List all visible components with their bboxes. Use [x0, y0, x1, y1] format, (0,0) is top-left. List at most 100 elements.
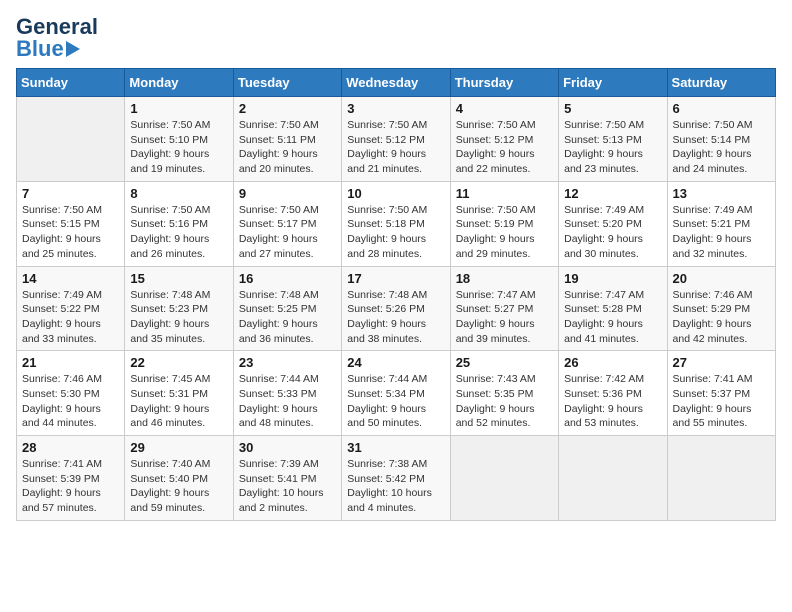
- calendar-cell: 20 Sunrise: 7:46 AM Sunset: 5:29 PM Dayli…: [667, 266, 775, 351]
- day-info: Sunrise: 7:47 AM Sunset: 5:27 PM Dayligh…: [456, 288, 553, 347]
- day-info: Sunrise: 7:50 AM Sunset: 5:11 PM Dayligh…: [239, 118, 336, 177]
- day-header-monday: Monday: [125, 69, 233, 97]
- calendar-cell: 2 Sunrise: 7:50 AM Sunset: 5:11 PM Daylig…: [233, 97, 341, 182]
- calendar-cell: 27 Sunrise: 7:41 AM Sunset: 5:37 PM Dayli…: [667, 351, 775, 436]
- day-number: 7: [22, 186, 119, 201]
- calendar-cell: 17 Sunrise: 7:48 AM Sunset: 5:26 PM Dayli…: [342, 266, 450, 351]
- day-info: Sunrise: 7:50 AM Sunset: 5:19 PM Dayligh…: [456, 203, 553, 262]
- calendar-cell: 1Sunrise: 7:50 AM Sunset: 5:10 PM Daylig…: [125, 97, 233, 182]
- calendar-cell: 22Sunrise: 7:45 AM Sunset: 5:31 PM Dayli…: [125, 351, 233, 436]
- day-info: Sunrise: 7:50 AM Sunset: 5:14 PM Dayligh…: [673, 118, 770, 177]
- day-info: Sunrise: 7:48 AM Sunset: 5:23 PM Dayligh…: [130, 288, 227, 347]
- calendar-cell: 30Sunrise: 7:39 AM Sunset: 5:41 PM Dayli…: [233, 436, 341, 521]
- calendar-cell: 16 Sunrise: 7:48 AM Sunset: 5:25 PM Dayli…: [233, 266, 341, 351]
- calendar-cell: 23Sunrise: 7:44 AM Sunset: 5:33 PM Dayli…: [233, 351, 341, 436]
- calendar-cell: 3 Sunrise: 7:50 AM Sunset: 5:12 PM Daylig…: [342, 97, 450, 182]
- logo-arrow-icon: [66, 41, 80, 57]
- day-info: Sunrise: 7:49 AM Sunset: 5:22 PM Dayligh…: [22, 288, 119, 347]
- day-number: 24: [347, 355, 444, 370]
- day-info: Sunrise: 7:46 AM Sunset: 5:30 PM Dayligh…: [22, 372, 119, 431]
- calendar-table: SundayMondayTuesdayWednesdayThursdayFrid…: [16, 68, 776, 521]
- day-number: 11: [456, 186, 553, 201]
- day-info: Sunrise: 7:46 AM Sunset: 5:29 PM Dayligh…: [673, 288, 770, 347]
- day-number: 19: [564, 271, 661, 286]
- calendar-week-row: 21 Sunrise: 7:46 AM Sunset: 5:30 PM Dayli…: [17, 351, 776, 436]
- day-number: 9: [239, 186, 336, 201]
- day-number: 6: [673, 101, 770, 116]
- day-info: Sunrise: 7:50 AM Sunset: 5:12 PM Dayligh…: [347, 118, 444, 177]
- day-info: Sunrise: 7:49 AM Sunset: 5:20 PM Dayligh…: [564, 203, 661, 262]
- day-info: Sunrise: 7:41 AM Sunset: 5:37 PM Dayligh…: [673, 372, 770, 431]
- day-info: Sunrise: 7:40 AM Sunset: 5:40 PM Dayligh…: [130, 457, 227, 516]
- day-number: 2: [239, 101, 336, 116]
- day-info: Sunrise: 7:42 AM Sunset: 5:36 PM Dayligh…: [564, 372, 661, 431]
- calendar-week-row: 14 Sunrise: 7:49 AM Sunset: 5:22 PM Dayli…: [17, 266, 776, 351]
- day-info: Sunrise: 7:39 AM Sunset: 5:41 PM Dayligh…: [239, 457, 336, 516]
- page-header: General Blue: [16, 16, 776, 60]
- day-number: 22: [130, 355, 227, 370]
- logo: General Blue: [16, 16, 98, 60]
- day-number: 17: [347, 271, 444, 286]
- logo-general: General: [16, 16, 98, 38]
- day-number: 29: [130, 440, 227, 455]
- calendar-cell: 13 Sunrise: 7:49 AM Sunset: 5:21 PM Dayli…: [667, 181, 775, 266]
- calendar-cell: [450, 436, 558, 521]
- day-number: 25: [456, 355, 553, 370]
- day-number: 27: [673, 355, 770, 370]
- day-number: 12: [564, 186, 661, 201]
- day-number: 13: [673, 186, 770, 201]
- day-info: Sunrise: 7:50 AM Sunset: 5:16 PM Dayligh…: [130, 203, 227, 262]
- day-info: Sunrise: 7:43 AM Sunset: 5:35 PM Dayligh…: [456, 372, 553, 431]
- calendar-cell: 8 Sunrise: 7:50 AM Sunset: 5:16 PM Daylig…: [125, 181, 233, 266]
- calendar-cell: 29 Sunrise: 7:40 AM Sunset: 5:40 PM Dayli…: [125, 436, 233, 521]
- day-number: 4: [456, 101, 553, 116]
- day-info: Sunrise: 7:50 AM Sunset: 5:10 PM Dayligh…: [130, 118, 227, 177]
- calendar-cell: 18 Sunrise: 7:47 AM Sunset: 5:27 PM Dayli…: [450, 266, 558, 351]
- calendar-cell: 14 Sunrise: 7:49 AM Sunset: 5:22 PM Dayli…: [17, 266, 125, 351]
- calendar-cell: 7Sunrise: 7:50 AM Sunset: 5:15 PM Daylig…: [17, 181, 125, 266]
- day-header-friday: Friday: [559, 69, 667, 97]
- day-number: 15: [130, 271, 227, 286]
- day-number: 23: [239, 355, 336, 370]
- calendar-cell: 31Sunrise: 7:38 AM Sunset: 5:42 PM Dayli…: [342, 436, 450, 521]
- calendar-header-row: SundayMondayTuesdayWednesdayThursdayFrid…: [17, 69, 776, 97]
- day-info: Sunrise: 7:50 AM Sunset: 5:17 PM Dayligh…: [239, 203, 336, 262]
- day-number: 21: [22, 355, 119, 370]
- day-info: Sunrise: 7:50 AM Sunset: 5:13 PM Dayligh…: [564, 118, 661, 177]
- calendar-cell: 26 Sunrise: 7:42 AM Sunset: 5:36 PM Dayli…: [559, 351, 667, 436]
- day-number: 16: [239, 271, 336, 286]
- day-number: 5: [564, 101, 661, 116]
- calendar-cell: 12 Sunrise: 7:49 AM Sunset: 5:20 PM Dayli…: [559, 181, 667, 266]
- day-header-tuesday: Tuesday: [233, 69, 341, 97]
- calendar-week-row: 1Sunrise: 7:50 AM Sunset: 5:10 PM Daylig…: [17, 97, 776, 182]
- calendar-cell: 28Sunrise: 7:41 AM Sunset: 5:39 PM Dayli…: [17, 436, 125, 521]
- day-number: 26: [564, 355, 661, 370]
- calendar-cell: [667, 436, 775, 521]
- day-info: Sunrise: 7:44 AM Sunset: 5:34 PM Dayligh…: [347, 372, 444, 431]
- calendar-cell: 15 Sunrise: 7:48 AM Sunset: 5:23 PM Dayli…: [125, 266, 233, 351]
- calendar-cell: [559, 436, 667, 521]
- calendar-cell: 4 Sunrise: 7:50 AM Sunset: 5:12 PM Daylig…: [450, 97, 558, 182]
- day-header-thursday: Thursday: [450, 69, 558, 97]
- day-info: Sunrise: 7:50 AM Sunset: 5:18 PM Dayligh…: [347, 203, 444, 262]
- day-info: Sunrise: 7:50 AM Sunset: 5:12 PM Dayligh…: [456, 118, 553, 177]
- day-info: Sunrise: 7:47 AM Sunset: 5:28 PM Dayligh…: [564, 288, 661, 347]
- day-number: 8: [130, 186, 227, 201]
- calendar-cell: 25 Sunrise: 7:43 AM Sunset: 5:35 PM Dayli…: [450, 351, 558, 436]
- day-number: 31: [347, 440, 444, 455]
- day-info: Sunrise: 7:48 AM Sunset: 5:26 PM Dayligh…: [347, 288, 444, 347]
- day-header-saturday: Saturday: [667, 69, 775, 97]
- day-number: 20: [673, 271, 770, 286]
- day-info: Sunrise: 7:48 AM Sunset: 5:25 PM Dayligh…: [239, 288, 336, 347]
- day-number: 18: [456, 271, 553, 286]
- calendar-cell: 11 Sunrise: 7:50 AM Sunset: 5:19 PM Dayli…: [450, 181, 558, 266]
- calendar-cell: 10Sunrise: 7:50 AM Sunset: 5:18 PM Dayli…: [342, 181, 450, 266]
- day-number: 3: [347, 101, 444, 116]
- calendar-cell: 9 Sunrise: 7:50 AM Sunset: 5:17 PM Daylig…: [233, 181, 341, 266]
- logo-blue: Blue: [16, 38, 64, 60]
- day-number: 14: [22, 271, 119, 286]
- calendar-cell: 19 Sunrise: 7:47 AM Sunset: 5:28 PM Dayli…: [559, 266, 667, 351]
- day-info: Sunrise: 7:49 AM Sunset: 5:21 PM Dayligh…: [673, 203, 770, 262]
- calendar-cell: 6 Sunrise: 7:50 AM Sunset: 5:14 PM Daylig…: [667, 97, 775, 182]
- day-number: 28: [22, 440, 119, 455]
